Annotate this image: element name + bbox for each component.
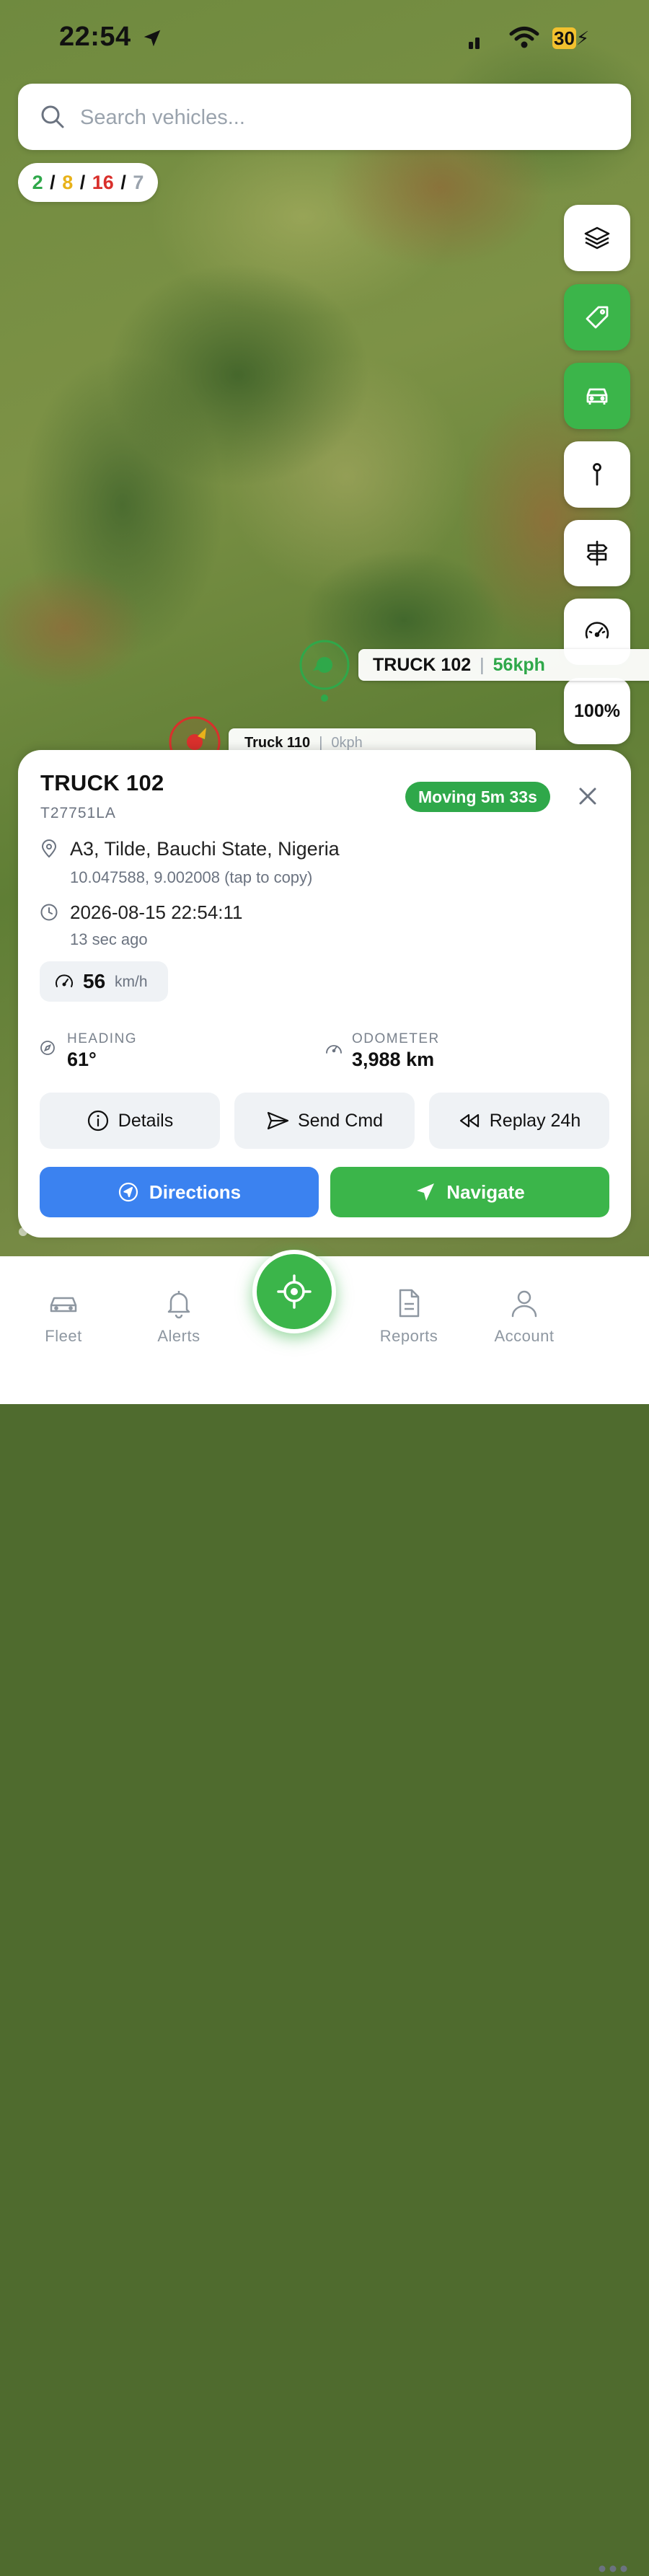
vehicle-label-name: TRUCK 102	[373, 655, 472, 675]
rewind-icon	[459, 1113, 479, 1128]
compass-icon	[40, 1041, 55, 1055]
clock-icon	[40, 904, 58, 921]
tab-reports-label: Reports	[379, 1327, 438, 1345]
search-icon	[41, 105, 64, 128]
tab-account[interactable]: Account	[474, 1287, 575, 1351]
vehicle-label-truck-102[interactable]: TRUCK 102 | 56kph	[358, 649, 649, 681]
charging-bolt-icon: ⚡	[575, 27, 590, 49]
replay-label: Replay 24h	[489, 1110, 581, 1131]
speed-value: 56	[83, 970, 106, 992]
vehicle-detail-card: TRUCK 102 T27751LA Moving 5m 33s A3, Til…	[18, 750, 631, 1238]
idle-count: 8	[62, 172, 74, 193]
location-arrow-icon	[144, 30, 161, 47]
car-icon	[50, 1297, 77, 1313]
replay-button[interactable]: Replay 24h	[429, 1093, 609, 1149]
vehicle-address: A3, Tilde, Bauchi State, Nigeria	[70, 838, 340, 860]
toggle-routes-button[interactable]	[564, 520, 630, 586]
tab-reports[interactable]: Reports	[358, 1287, 459, 1351]
vehicle-label-separator: |	[319, 735, 323, 751]
vehicle-plate: T27751LA	[40, 805, 116, 821]
details-button[interactable]: Details	[40, 1093, 220, 1149]
vehicle-label-speed: 56kph	[493, 655, 545, 675]
battery-indicator: 30⚡	[552, 27, 597, 49]
tab-fleet[interactable]: Fleet	[13, 1287, 114, 1351]
status-bar: 22:54 30⚡	[0, 0, 649, 72]
odometer-label: ODOMETER	[352, 1031, 440, 1046]
tag-icon	[586, 306, 609, 329]
navigate-button[interactable]: Navigate	[330, 1167, 609, 1217]
fleet-status-counts[interactable]: 2 / 8 / 16 / 7	[18, 163, 158, 202]
last-update-time: 2026-08-15 22:54:11	[70, 901, 243, 923]
status-badge: Moving 5m 33s	[405, 782, 550, 812]
more-icon[interactable]	[597, 2562, 629, 2576]
navigate-label: Navigate	[446, 1181, 525, 1203]
vehicle-label-separator: |	[480, 655, 485, 675]
heading-value: 61°	[67, 1049, 97, 1070]
directions-button[interactable]: Directions	[40, 1167, 319, 1217]
speed-chip: 56 km/h	[40, 961, 168, 1002]
bell-icon	[167, 1291, 190, 1319]
user-icon	[511, 1290, 537, 1318]
search-input[interactable]	[79, 98, 608, 137]
odometer-value: 3,988 km	[352, 1049, 435, 1070]
status-time: 22:54	[59, 22, 131, 52]
toggle-poi-button[interactable]	[564, 441, 630, 508]
wifi-icon	[509, 27, 539, 48]
zoom-level-button[interactable]: 100%	[564, 678, 630, 744]
vehicle-title: TRUCK 102	[40, 770, 164, 795]
cellular-signal-icon	[469, 38, 480, 49]
signpost-icon	[586, 540, 608, 566]
battery-level: 30	[552, 27, 576, 49]
count-separator: /	[120, 172, 126, 193]
speedometer-icon	[585, 622, 609, 639]
toggle-vehicles-button[interactable]	[564, 363, 630, 429]
vehicle-marker-truck-102[interactable]	[296, 639, 353, 704]
heading-label: HEADING	[67, 1031, 138, 1046]
map-layers-button[interactable]	[564, 205, 630, 271]
vehicle-coordinates[interactable]: 10.047588, 9.002008 (tap to copy)	[70, 868, 312, 887]
speed-unit: km/h	[115, 974, 148, 990]
locate-button[interactable]	[252, 1250, 336, 1333]
send-command-label: Send Cmd	[297, 1110, 384, 1131]
zoom-level: 100%	[574, 700, 620, 721]
location-pin-icon	[41, 839, 57, 858]
info-icon	[87, 1110, 108, 1132]
pin-icon	[593, 463, 601, 486]
moving-count: 2	[32, 172, 43, 193]
tab-alerts[interactable]: Alerts	[128, 1287, 229, 1351]
navigation-arrow-icon	[417, 1183, 435, 1201]
car-icon	[586, 388, 608, 405]
locate-icon	[277, 1274, 312, 1309]
layers-icon	[584, 226, 610, 250]
stopped-count: 16	[92, 172, 114, 193]
navigation-circle-icon	[118, 1182, 138, 1202]
tab-account-label: Account	[494, 1327, 555, 1345]
count-separator: /	[79, 172, 86, 193]
toggle-labels-button[interactable]	[564, 284, 630, 350]
tab-alerts-label: Alerts	[157, 1327, 200, 1345]
send-icon	[267, 1111, 289, 1130]
speedometer-icon	[56, 974, 73, 987]
document-icon	[399, 1289, 420, 1318]
send-command-button[interactable]: Send Cmd	[234, 1093, 415, 1149]
tab-fleet-label: Fleet	[45, 1327, 82, 1345]
vehicle-label-speed: 0kph	[331, 735, 363, 751]
details-label: Details	[118, 1110, 174, 1131]
count-separator: /	[50, 172, 56, 193]
odometer-icon	[326, 1045, 342, 1054]
directions-label: Directions	[149, 1181, 242, 1203]
search-bar[interactable]	[18, 84, 631, 150]
offline-count: 7	[133, 172, 144, 193]
close-icon[interactable]	[575, 783, 601, 809]
last-update-relative: 13 sec ago	[70, 930, 148, 948]
vehicle-label-name: Truck 110	[244, 735, 311, 751]
